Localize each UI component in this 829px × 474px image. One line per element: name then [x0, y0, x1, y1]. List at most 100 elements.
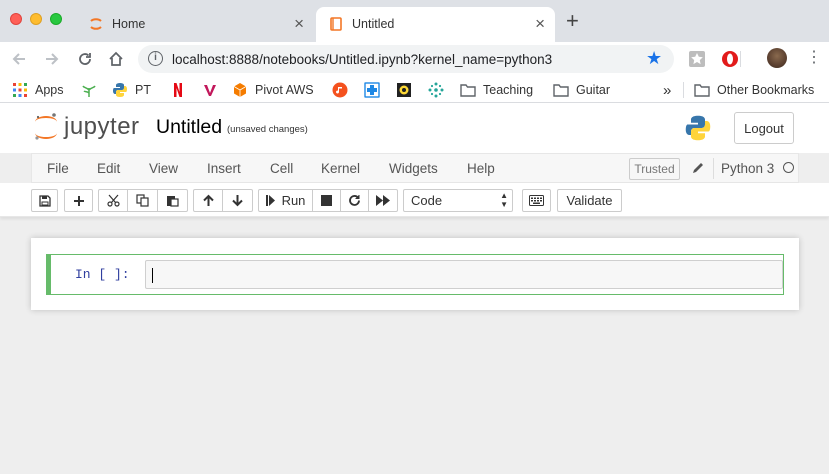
forward-arrow-icon[interactable] [41, 48, 63, 70]
window-zoom-button[interactable] [50, 13, 62, 25]
menu-insert[interactable]: Insert [207, 161, 241, 176]
bookmark-label: Pivot AWS [255, 83, 314, 97]
profile-avatar[interactable] [767, 48, 787, 68]
menu-view[interactable]: View [149, 161, 178, 176]
stop-icon [321, 195, 332, 206]
kernel-name[interactable]: Python 3 [721, 161, 774, 176]
restart-run-all-button[interactable] [368, 189, 398, 212]
medical-icon [364, 82, 380, 98]
code-editor[interactable] [145, 260, 783, 289]
copy-cells-button[interactable] [127, 189, 158, 212]
cell-type-select[interactable]: Code ▲ ▼ [403, 189, 513, 212]
close-tab-icon[interactable]: × [294, 14, 304, 34]
bookmark-apps[interactable]: Apps [12, 81, 64, 99]
bookmark-star-icon[interactable]: ★ [646, 48, 662, 69]
menu-file[interactable]: File [47, 161, 69, 176]
other-bookmarks-label: Other Bookmarks [717, 83, 815, 97]
python-logo-icon [685, 115, 711, 141]
bookmark-music[interactable] [332, 81, 355, 99]
jupyter-logo-icon[interactable] [33, 111, 59, 143]
insert-cell-button[interactable] [64, 189, 93, 212]
bookmark-badge[interactable] [396, 81, 419, 99]
move-cell-down-button[interactable] [222, 189, 253, 212]
edit-pencil-icon[interactable] [691, 161, 705, 175]
notebook-favicon-icon [330, 17, 342, 31]
reload-icon[interactable] [74, 48, 96, 70]
notebook-title[interactable]: Untitled [156, 116, 222, 139]
tab-untitled[interactable]: Untitled × [316, 7, 555, 42]
bookmark-folder-guitar[interactable]: Guitar [553, 81, 610, 99]
v-icon [204, 85, 216, 96]
bookmark-label: PT [135, 83, 151, 97]
logout-button[interactable]: Logout [734, 112, 794, 144]
slack-like-icon [428, 82, 444, 98]
more-bookmarks-button[interactable]: » [663, 81, 671, 99]
bookmark-folder-teaching[interactable]: Teaching [460, 81, 533, 99]
bookmark-pt[interactable]: PT [112, 81, 151, 99]
plus-icon [73, 195, 84, 206]
plant-icon [82, 85, 96, 97]
code-cell[interactable]: In [ ]: [46, 254, 784, 295]
paste-cells-button[interactable] [157, 189, 188, 212]
music-icon [332, 82, 348, 98]
restart-kernel-button[interactable] [340, 189, 369, 212]
bookmark-slack[interactable] [428, 81, 451, 99]
extension-star-icon[interactable] [688, 50, 706, 68]
tab-home[interactable]: Home × [76, 7, 314, 42]
menu-widgets[interactable]: Widgets [389, 161, 438, 176]
other-bookmarks-folder[interactable]: Other Bookmarks [694, 81, 814, 99]
trusted-badge[interactable]: Trusted [629, 158, 680, 180]
save-button[interactable] [31, 189, 58, 212]
netflix-icon [174, 83, 182, 97]
badge-icon [397, 83, 411, 97]
menu-cell[interactable]: Cell [270, 161, 293, 176]
folder-icon [553, 84, 569, 97]
arrow-down-icon [232, 195, 243, 207]
restart-icon [349, 195, 360, 206]
scissors-icon [106, 194, 120, 207]
window-close-button[interactable] [10, 13, 22, 25]
folder-icon [460, 84, 476, 97]
menu-edit[interactable]: Edit [97, 161, 120, 176]
bookmark-medical[interactable] [364, 81, 387, 99]
interrupt-kernel-button[interactable] [312, 189, 341, 212]
menu-kernel[interactable]: Kernel [321, 161, 360, 176]
jupyter-header: jupyter Untitled (unsaved changes) Logou… [0, 103, 829, 153]
bookmark-label: Teaching [483, 83, 534, 97]
move-cell-up-button[interactable] [193, 189, 223, 212]
fast-forward-icon [376, 195, 390, 206]
tab-untitled-label: Untitled [352, 17, 395, 31]
cut-cells-button[interactable] [98, 189, 128, 212]
bookmark-plant[interactable] [81, 81, 104, 99]
back-arrow-icon[interactable] [8, 48, 30, 70]
save-status: (unsaved changes) [227, 124, 308, 135]
run-button[interactable]: Run [258, 189, 313, 212]
new-tab-button[interactable]: + [566, 10, 579, 32]
command-palette-button[interactable] [522, 189, 551, 212]
bookmarks-bar: Apps PT Pivot AWS Teaching Guitar » Othe… [0, 76, 829, 103]
window-minimize-button[interactable] [30, 13, 42, 25]
menu-help[interactable]: Help [467, 161, 495, 176]
jupyter-logo-text[interactable]: jupyter [64, 113, 140, 141]
validate-button[interactable]: Validate [557, 189, 622, 212]
bookmark-v[interactable] [202, 81, 225, 99]
tab-home-label: Home [112, 17, 146, 31]
run-label: Run [281, 193, 306, 208]
apps-grid-icon [13, 83, 27, 97]
info-icon[interactable]: i [148, 51, 163, 66]
python-icon [113, 83, 127, 97]
opera-extension-icon[interactable] [721, 50, 739, 68]
keyboard-icon [529, 195, 544, 206]
more-menu-icon[interactable]: ⋮ [806, 49, 822, 67]
aws-box-icon [233, 83, 247, 97]
url-text[interactable]: localhost:8888/notebooks/Untitled.ipynb?… [172, 52, 552, 67]
save-icon [38, 194, 51, 207]
bookmark-pivot-aws[interactable]: Pivot AWS [232, 81, 314, 99]
close-tab-icon[interactable]: × [535, 14, 545, 34]
home-icon[interactable] [105, 48, 127, 70]
input-prompt: In [ ]: [75, 267, 130, 282]
address-bar[interactable]: i localhost:8888/notebooks/Untitled.ipyn… [138, 45, 674, 73]
bookmark-netflix[interactable] [170, 81, 193, 99]
notebook-container: In [ ]: [31, 238, 799, 310]
arrow-up-icon [202, 194, 214, 206]
